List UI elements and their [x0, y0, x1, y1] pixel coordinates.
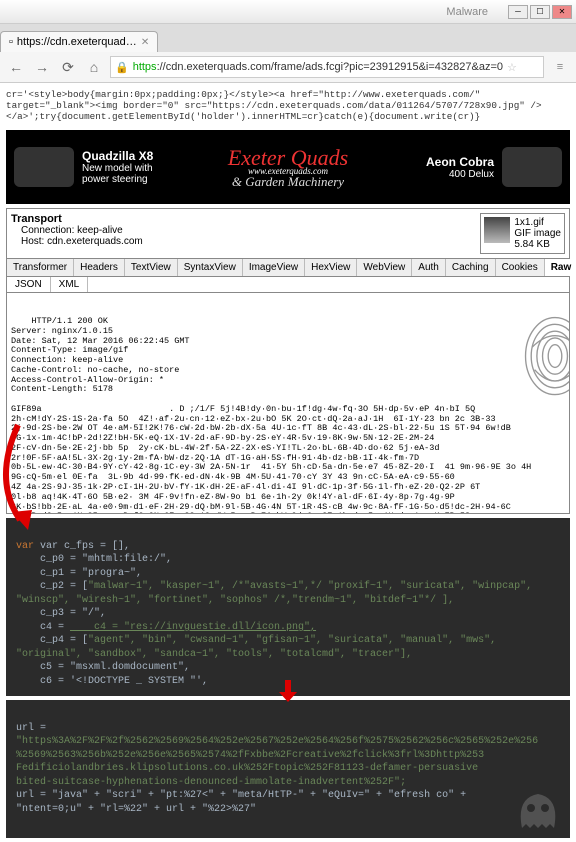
menu-button[interactable]: ≡: [550, 57, 570, 77]
raw-text: HTTP/1.1 200 OK Server: nginx/1.0.15 Dat…: [11, 316, 531, 513]
banner-right-title: Aeon Cobra: [362, 155, 494, 169]
url-line: bited-suitcase-hyphenations-denounced-im…: [16, 777, 406, 788]
red-curved-arrow-icon: [0, 420, 38, 540]
minimize-button[interactable]: ─: [508, 5, 528, 19]
decoded-js-block: var var c_fps = [], c_p0 = "mhtml:file:/…: [6, 518, 570, 696]
banner-right-sub: 400 Delux: [362, 169, 494, 180]
tab-imageview[interactable]: ImageView: [243, 259, 305, 276]
js-line: var c_fps = [],: [40, 541, 130, 552]
banner-logo-sub: & Garden Machinery: [222, 176, 354, 188]
address-bar[interactable]: 🔒 https://cdn.exeterquads.com/frame/ads.…: [110, 56, 544, 78]
lock-icon: 🔒: [115, 61, 129, 74]
js-line: "agent", "bin", "cwsand~1", "gfisan~1", …: [88, 635, 496, 646]
atv-image-left: [14, 147, 74, 187]
inspector-panel: Transport Connection: keep-alive Host: c…: [6, 208, 570, 514]
tab-auth[interactable]: Auth: [412, 259, 446, 276]
js-line: c_p3 = "/",: [16, 608, 106, 619]
subtab-xml[interactable]: XML: [51, 277, 89, 292]
js-line: "original", "sandbox", "sandca~1", "tool…: [16, 649, 412, 660]
transport-host: Host: cdn.exeterquads.com: [11, 236, 480, 247]
js-line: c4 = "res://invguestie.dll/icon.png",: [70, 622, 316, 633]
transport-title: Transport: [11, 213, 62, 225]
maximize-button[interactable]: ☐: [530, 5, 550, 19]
url-line: url = "java" + "scri" + "pt:%27<" + "met…: [16, 790, 466, 801]
tab-headers[interactable]: Headers: [74, 259, 125, 276]
tab-close-icon[interactable]: ✕: [141, 37, 149, 48]
js-line: c_p1 = "progra~",: [16, 568, 142, 579]
gif-info-box: 1x1.gif GIF image 5.84 KB: [480, 213, 565, 254]
inspector-tabs: Transformer Headers TextView SyntaxView …: [7, 259, 569, 277]
browser-toolbar: ← → ⟳ ⌂ 🔒 https://cdn.exeterquads.com/fr…: [0, 52, 576, 83]
js-line: c_p0 = "mhtml:file:/",: [16, 554, 172, 565]
subtab-json[interactable]: JSON: [7, 277, 51, 292]
forward-button[interactable]: →: [32, 57, 52, 77]
js-line: "winscp", "wiresh~1", "fortinet", "sopho…: [16, 595, 454, 606]
bookmark-icon[interactable]: ☆: [507, 61, 517, 74]
js-line: c6 = '<!DOCTYPE _ SYSTEM "',: [16, 676, 208, 687]
js-line: c5 = "msxml.domdocument",: [16, 662, 190, 673]
tab-title: https://cdn.exeterquads.c...: [17, 36, 137, 48]
gif-thumbnail: [484, 217, 510, 243]
banner-logo-text: Exeter Quads: [222, 148, 354, 168]
page-icon: ▫: [9, 36, 13, 48]
decoded-url-block: url = "https%3A%2F%2F%2f%2562%2569%2564%…: [6, 700, 570, 838]
tab-caching[interactable]: Caching: [446, 259, 496, 276]
gif-type: GIF image: [514, 228, 561, 239]
fingerprint-icon: [489, 303, 559, 388]
url-line: "ntent=0;u" + "rl=%22" + url + "%22>%27": [16, 804, 256, 815]
ghost-watermark-icon: [512, 788, 564, 832]
raw-response[interactable]: HTTP/1.1 200 OK Server: nginx/1.0.15 Dat…: [7, 293, 569, 513]
window-titlebar: Malware ─ ☐ ✕: [0, 0, 576, 24]
transport-connection: Connection: keep-alive: [11, 225, 480, 236]
banner-left-line1: New model with: [82, 163, 214, 174]
close-button[interactable]: ✕: [552, 5, 572, 19]
red-down-arrow-icon: [279, 680, 297, 702]
url-line: Fedificiolandbries.klipsolutions.co.uk%2…: [16, 763, 478, 774]
tab-transformer[interactable]: Transformer: [7, 259, 74, 276]
banner-left-title: Quadzilla X8: [82, 149, 214, 163]
gif-filename: 1x1.gif: [514, 217, 561, 228]
url-path: ://cdn.exeterquads.com/frame/ads.fcgi?pi…: [157, 61, 503, 73]
back-button[interactable]: ←: [6, 57, 26, 77]
ad-banner[interactable]: Quadzilla X8 New model with power steeri…: [6, 130, 570, 204]
gif-size: 5.84 KB: [514, 239, 561, 250]
tab-webview[interactable]: WebView: [357, 259, 412, 276]
atv-image-right: [502, 147, 562, 187]
browser-tab[interactable]: ▫ https://cdn.exeterquads.c... ✕: [0, 31, 158, 52]
url-scheme: https: [133, 61, 157, 73]
js-line: c_p2 = [: [16, 581, 88, 592]
home-button[interactable]: ⌂: [84, 57, 104, 77]
js-line: "malwar~1", "kasper~1", /*"avasts~1",*/ …: [88, 581, 532, 592]
js-line: c_p4 = [: [16, 635, 88, 646]
tab-syntaxview[interactable]: SyntaxView: [178, 259, 243, 276]
url-line: url =: [16, 723, 46, 734]
browser-tabs: ▫ https://cdn.exeterquads.c... ✕: [0, 24, 576, 52]
window-label: Malware: [446, 6, 488, 18]
url-line: %2569%2563%256b%252e%256e%2565%2574%2fFx…: [16, 750, 484, 761]
banner-left-line2: power steering: [82, 174, 214, 185]
reload-button[interactable]: ⟳: [58, 57, 78, 77]
url-line: "https%3A%2F%2F%2f%2562%2569%2564%252e%2…: [16, 736, 538, 747]
tab-textview[interactable]: TextView: [125, 259, 178, 276]
tab-hexview[interactable]: HexView: [305, 259, 357, 276]
tab-raw[interactable]: Raw: [545, 259, 576, 276]
page-source-snippet: cr='<style>body{margin:0px;padding:0px;}…: [0, 83, 576, 128]
tab-cookies[interactable]: Cookies: [496, 259, 545, 276]
